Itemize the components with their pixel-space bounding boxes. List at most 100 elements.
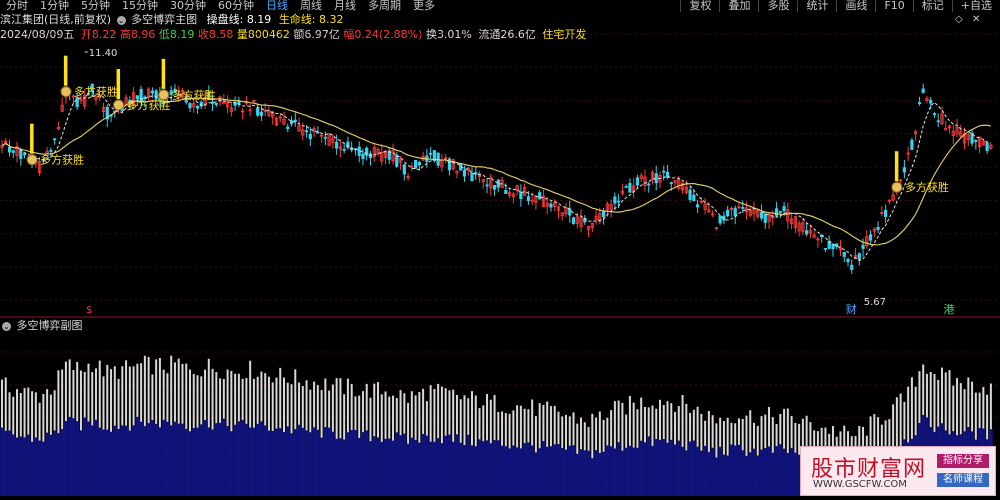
- candle-body: [921, 88, 925, 93]
- candle-body: [53, 138, 57, 141]
- candle-body: [929, 99, 933, 104]
- candle-body: [7, 146, 12, 153]
- event-marker: 财: [846, 302, 857, 316]
- candle-body: [688, 189, 692, 200]
- candle-body: [917, 102, 922, 105]
- candle-body: [395, 154, 399, 167]
- candle-body: [763, 213, 767, 223]
- signal-label: 多方获胜: [40, 153, 84, 167]
- candle-body: [759, 211, 764, 219]
- signal-coin-icon: [891, 181, 903, 193]
- candle-body: [492, 184, 497, 190]
- signal-label: 多方获胜: [74, 85, 118, 99]
- signal-label: 多方获胜: [172, 88, 216, 102]
- candle-body: [733, 207, 737, 217]
- candle-body: [624, 186, 628, 188]
- candle-body: [696, 204, 700, 208]
- candle-body: [402, 164, 406, 175]
- ma-short-line: [1, 92, 991, 262]
- candle-body: [214, 103, 218, 105]
- candle-body: [669, 182, 673, 185]
- event-marker: 港: [944, 303, 955, 316]
- candle-body: [868, 234, 873, 241]
- site-watermark: 股市财富网 WWW.GSCFW.COM 指标分享 名师课程: [800, 446, 996, 496]
- candle-body: [417, 161, 421, 166]
- watermark-tag-course: 名师课程: [937, 473, 989, 487]
- candle-body: [857, 253, 861, 260]
- candle-body: [150, 90, 154, 94]
- signal-bar: [30, 123, 34, 154]
- candle-body: [846, 258, 850, 263]
- candle-body: [876, 226, 880, 230]
- candle-body: [485, 184, 489, 187]
- signal-coin-icon: [158, 89, 170, 101]
- candle-body: [259, 111, 264, 116]
- candle-body: [286, 126, 290, 130]
- candle-body: [805, 230, 809, 235]
- candle-body: [741, 207, 745, 209]
- candle-body: [571, 217, 576, 224]
- candle-body: [195, 105, 200, 109]
- candle-body: [774, 208, 779, 216]
- candle-body: [49, 149, 53, 152]
- candle-body: [902, 167, 907, 173]
- candle-body: [974, 139, 978, 142]
- candle-body: [154, 90, 158, 100]
- candle-body: [470, 172, 474, 182]
- candle-body: [568, 208, 572, 216]
- signal-bar: [894, 151, 899, 182]
- candle-body: [323, 136, 327, 139]
- candle-body: [692, 194, 696, 202]
- candle-body: [256, 108, 260, 116]
- candle-body: [718, 215, 722, 224]
- signal-label: 多方获胜: [905, 180, 949, 194]
- event-marker-small: $: [86, 305, 92, 316]
- candle-body: [635, 177, 640, 186]
- candle-body: [188, 103, 192, 109]
- candle-body: [861, 244, 865, 249]
- candle-body: [823, 247, 828, 250]
- ma-long-line: [1, 97, 991, 246]
- high-price-label: 11.40: [89, 48, 118, 59]
- candle-body: [462, 169, 467, 177]
- kline-chart[interactable]: 多方获胜多方获胜多方获胜多方获胜多方获胜11.405.67财 港$: [0, 0, 1000, 500]
- candle-body: [850, 264, 854, 270]
- candle-body: [842, 252, 846, 257]
- candle-body: [936, 120, 940, 123]
- candle-body: [782, 206, 786, 212]
- low-price-label: 5.67: [864, 297, 886, 308]
- candle-body: [985, 142, 989, 152]
- candle-body: [504, 190, 508, 194]
- candle-body: [628, 183, 632, 193]
- watermark-tag-indicator: 指标分享: [937, 454, 989, 468]
- candle-body: [429, 152, 433, 155]
- candle-body: [835, 243, 839, 247]
- candle-body: [210, 101, 215, 104]
- candle-body: [526, 196, 531, 202]
- signal-coin-icon: [26, 154, 38, 166]
- candle-body: [549, 203, 553, 208]
- candle-body: [538, 192, 542, 200]
- candle-body: [335, 141, 339, 149]
- candle-body: [662, 170, 666, 173]
- candle-body: [496, 179, 500, 188]
- candle-body: [602, 211, 606, 218]
- candle-body: [932, 113, 937, 116]
- candle-body: [647, 183, 651, 186]
- signal-bar: [63, 55, 68, 86]
- signal-bar: [116, 69, 121, 100]
- candle-body: [293, 119, 297, 122]
- candle-body: [361, 153, 365, 159]
- candle-body: [19, 150, 23, 159]
- signal-bar: [161, 58, 166, 89]
- candle-body: [884, 209, 888, 217]
- candle-body: [11, 150, 15, 153]
- candle-body: [613, 196, 617, 204]
- watermark-url: WWW.GSCFW.COM: [813, 479, 907, 490]
- candle-body: [308, 133, 312, 140]
- candle-body: [617, 200, 621, 203]
- candle-body: [304, 130, 309, 133]
- signal-coin-icon: [60, 86, 72, 98]
- signal-coin-icon: [113, 99, 125, 111]
- candle-body: [778, 210, 782, 213]
